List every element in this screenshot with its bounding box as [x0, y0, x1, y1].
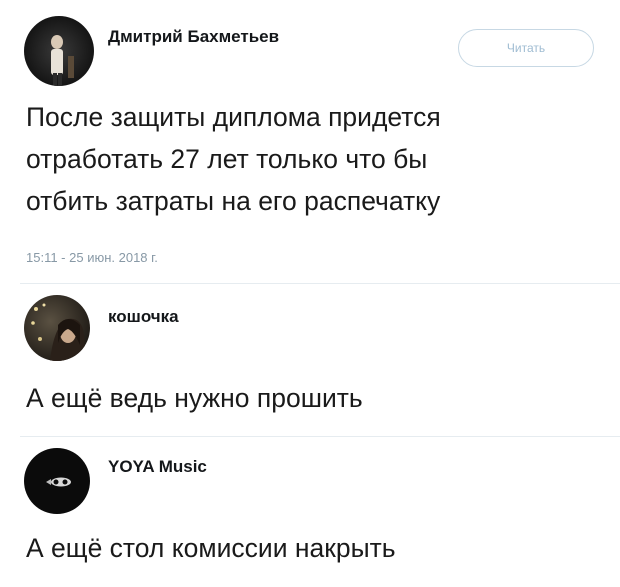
- reply-avatar[interactable]: [24, 448, 90, 514]
- avatar-logo-icon: [24, 448, 90, 514]
- tweet-timestamp[interactable]: 15:11 - 25 июн. 2018 г.: [26, 250, 158, 265]
- tweet-text-line: отбить затраты на его распечатку: [26, 186, 441, 216]
- follow-button[interactable]: Читать: [458, 29, 594, 67]
- reply-text: А ещё стол комиссии накрыть: [26, 533, 396, 563]
- reply-tweet: кошочка А ещё ведь нужно прошить: [0, 285, 620, 437]
- avatar-photo-icon: [24, 295, 90, 361]
- reply-avatar[interactable]: [24, 295, 90, 361]
- avatar-photo-icon: [24, 16, 94, 86]
- reply-author-name[interactable]: YOYA Music: [108, 457, 207, 477]
- main-tweet: Дмитрий Бахметьев Читать После защиты ди…: [0, 0, 620, 285]
- divider: [20, 283, 620, 284]
- author-name[interactable]: Дмитрий Бахметьев: [108, 27, 279, 47]
- reply-text: А ещё ведь нужно прошить: [26, 383, 363, 413]
- reply-tweet: YOYA Music А ещё стол комиссии накрыть: [0, 437, 620, 587]
- reply-author-name[interactable]: кошочка: [108, 307, 179, 327]
- tweet-text-line: После защиты диплома придется: [26, 102, 441, 132]
- author-avatar[interactable]: [24, 16, 94, 86]
- tweet-text-line: отработать 27 лет только что бы: [26, 144, 428, 174]
